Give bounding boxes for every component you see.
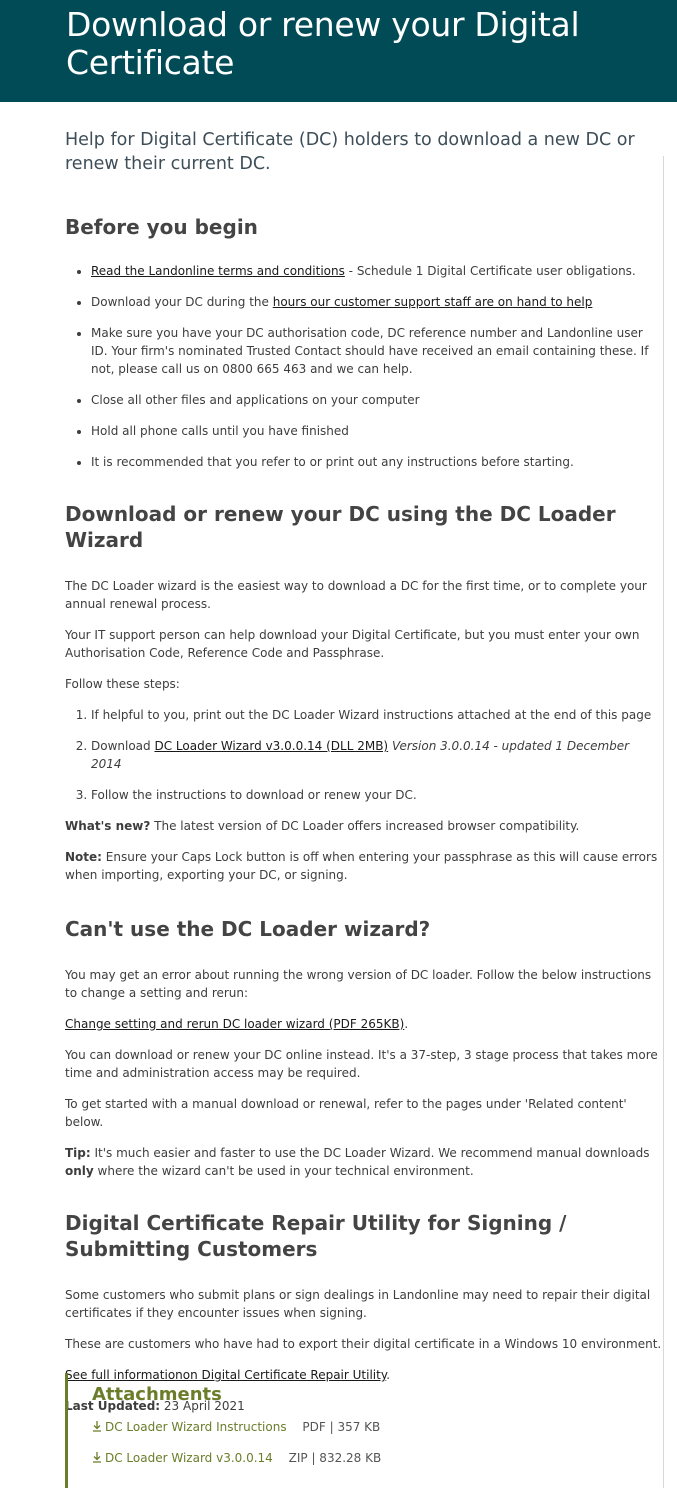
attachments-accent-bar (65, 1373, 68, 1488)
list-item: Make sure you have your DC authorisation… (91, 324, 663, 378)
repair-info-paragraph: See full informationon Digital Certifica… (65, 1368, 391, 1382)
repair-paragraph-2: These are customers who have had to expo… (65, 1337, 662, 1351)
cant-use-paragraph-3: To get started with a manual download or… (65, 1097, 627, 1129)
list-item: Hold all phone calls until you have fini… (91, 422, 663, 440)
repair-paragraph-1: Some customers who submit plans or sign … (65, 1288, 651, 1320)
whats-new-paragraph: What's new? The latest version of DC Loa… (65, 819, 580, 833)
wizard-paragraph-2: Your IT support person can help download… (65, 628, 640, 660)
page-title: Download or renew your Digital Certifica… (66, 5, 580, 82)
terms-link[interactable]: Read the Landonline terms and conditions (91, 264, 345, 278)
note-paragraph: Note: Ensure your Caps Lock button is of… (65, 850, 658, 882)
attachment-meta: ZIP | 832.28 KB (288, 1451, 382, 1465)
attachment-link-wizard[interactable]: DC Loader Wizard v3.0.0.14 (92, 1451, 277, 1465)
wizard-steps: If helpful to you, print out the DC Load… (65, 706, 663, 804)
list-item: Read the Landonline terms and conditions… (91, 262, 663, 280)
content-divider (663, 156, 664, 1488)
step-item: Download DC Loader Wizard v3.0.0.14 (DLL… (91, 737, 663, 773)
before-you-begin-list: Read the Landonline terms and conditions… (65, 262, 663, 471)
list-item: Download your DC during the hours our cu… (91, 293, 663, 311)
download-icon (93, 1421, 101, 1432)
wizard-paragraph-3: Follow these steps: (65, 677, 180, 691)
lead-paragraph: Help for Digital Certificate (DC) holder… (65, 130, 635, 174)
list-item: It is recommended that you refer to or p… (91, 453, 663, 471)
repair-utility-link[interactable]: See full informationon Digital Certifica… (65, 1368, 386, 1382)
wizard-paragraph-1: The DC Loader wizard is the easiest way … (65, 579, 647, 611)
attachment-item: DC Loader Wizard v3.0.0.14 ZIP | 832.28 … (92, 1449, 381, 1467)
attachment-item: DC Loader Wizard Instructions PDF | 357 … (92, 1418, 380, 1436)
download-icon (93, 1452, 101, 1463)
attachment-meta: PDF | 357 KB (302, 1420, 381, 1434)
before-you-begin-heading: Before you begin (65, 215, 258, 239)
page-header: Download or renew your Digital Certifica… (0, 0, 677, 102)
main-content: Help for Digital Certificate (DC) holder… (65, 102, 663, 1415)
dc-loader-download-link[interactable]: DC Loader Wizard v3.0.0.14 (DLL 2MB) (154, 739, 388, 753)
cant-use-paragraph-1: You may get an error about running the w… (65, 968, 652, 1000)
step-item: If helpful to you, print out the DC Load… (91, 706, 663, 724)
step-item: Follow the instructions to download or r… (91, 786, 663, 804)
cant-use-heading: Can't use the DC Loader wizard? (65, 917, 431, 941)
attachments-heading: Attachments (92, 1384, 222, 1405)
change-setting-paragraph: Change setting and rerun DC loader wizar… (65, 1017, 409, 1031)
attachment-link-instructions[interactable]: DC Loader Wizard Instructions (92, 1420, 290, 1434)
change-setting-link[interactable]: Change setting and rerun DC loader wizar… (65, 1017, 404, 1031)
tip-paragraph: Tip: It's much easier and faster to use … (65, 1146, 650, 1178)
cant-use-paragraph-2: You can download or renew your DC online… (65, 1048, 658, 1080)
list-item: Close all other files and applications o… (91, 391, 663, 409)
support-hours-link[interactable]: hours our customer support staff are on … (273, 295, 593, 309)
wizard-heading: Download or renew your DC using the DC L… (65, 502, 616, 552)
repair-utility-heading: Digital Certificate Repair Utility for S… (65, 1211, 567, 1261)
